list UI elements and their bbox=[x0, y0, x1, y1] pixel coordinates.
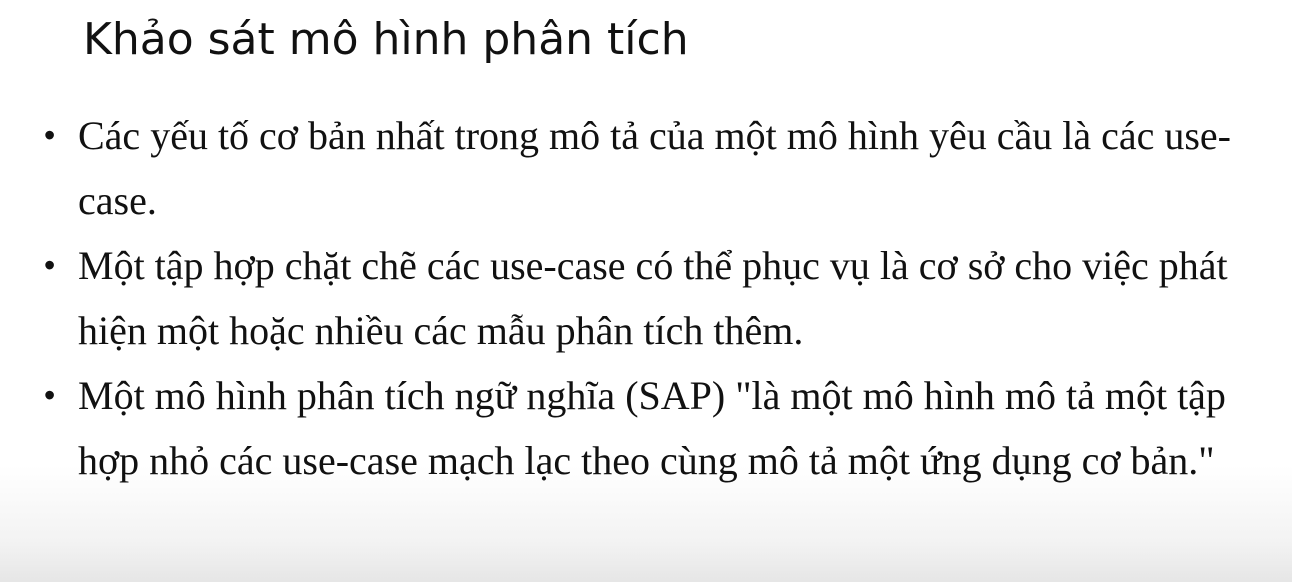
bullet-dot-icon: • bbox=[44, 247, 56, 283]
bullet-list: • Các yếu tố cơ bản nhất trong mô tả của… bbox=[0, 103, 1258, 493]
slide: Khảo sát mô hình phân tích • Các yếu tố … bbox=[0, 0, 1292, 582]
bullet-text: Các yếu tố cơ bản nhất trong mô tả của m… bbox=[78, 113, 1231, 223]
bullet-dot-icon: • bbox=[44, 377, 56, 413]
slide-title: Khảo sát mô hình phân tích bbox=[83, 14, 689, 65]
bullet-text: Một tập hợp chặt chẽ các use-case có thể… bbox=[78, 243, 1228, 353]
bullet-text: Một mô hình phân tích ngữ nghĩa (SAP) "l… bbox=[78, 373, 1226, 483]
bullet-item: • Một mô hình phân tích ngữ nghĩa (SAP) … bbox=[0, 363, 1258, 493]
bullet-item: • Một tập hợp chặt chẽ các use-case có t… bbox=[0, 233, 1238, 363]
bullet-dot-icon: • bbox=[44, 117, 56, 153]
bullet-item: • Các yếu tố cơ bản nhất trong mô tả của… bbox=[0, 103, 1238, 233]
